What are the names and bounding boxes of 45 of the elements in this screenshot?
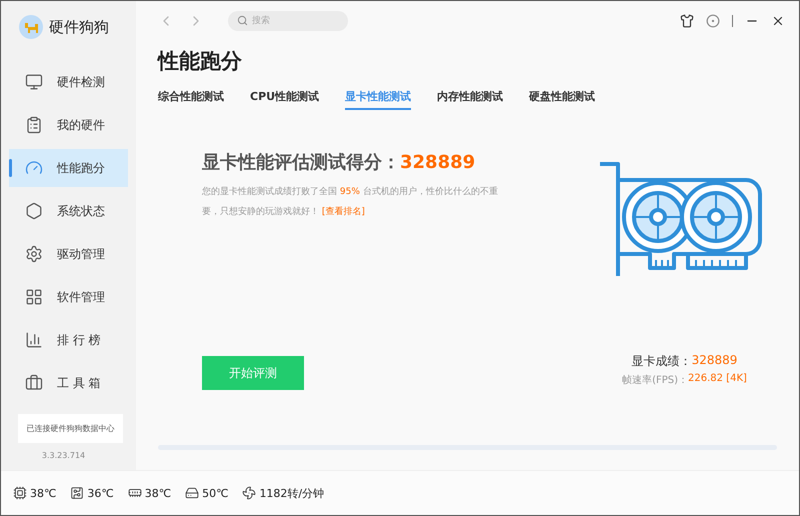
fps-label: 帧速率(FPS)：: [622, 374, 688, 387]
sensor-reading: 38℃: [30, 486, 56, 500]
result-description: 您的显卡性能测试成绩打败了全国 95% 台式机的用户，性价比什么的不重要，只想安静的玩游戏就好！ [查看排名]: [202, 186, 499, 219]
gauge-icon: [25, 159, 43, 177]
grid-icon: [25, 288, 43, 306]
sidebar-item[interactable]: 硬件检测: [9, 63, 128, 101]
sidebar-item[interactable]: 性能跑分: [9, 149, 128, 187]
page-title: 性能跑分: [158, 48, 243, 75]
score-value: 328889: [400, 152, 476, 173]
result-value: 328889: [692, 353, 738, 369]
tab[interactable]: 综合性能测试: [158, 89, 224, 110]
sidebar-item[interactable]: 驱动管理: [9, 235, 128, 273]
sidebar-item[interactable]: 软件管理: [9, 278, 128, 316]
sidebar-item[interactable]: 工 具 箱: [9, 364, 128, 402]
hexagon-icon: [25, 202, 43, 220]
sidebar-item[interactable]: 我的硬件: [9, 106, 128, 144]
score-label: 显卡性能评估测试得分：: [202, 151, 400, 174]
version-number: 3.3.23.714: [40, 450, 86, 462]
chip-icon: [13, 486, 27, 500]
sensor-reading: 1182转/分钟: [259, 486, 324, 500]
monitor-icon: [25, 73, 43, 91]
result-label: 显卡成绩：: [632, 353, 692, 370]
fan-icon: [242, 486, 256, 500]
list-icon: [25, 116, 43, 134]
fps-value: 226.82 [4K]: [688, 373, 747, 386]
toolbox-icon: [25, 374, 43, 392]
search-field[interactable]: 搜索: [228, 11, 348, 31]
sensor-reading: 50℃: [202, 486, 228, 500]
gear-icon: [25, 245, 43, 263]
graphics-card-icon: [128, 486, 142, 500]
sensor-reading: 36℃: [87, 486, 114, 500]
sidebar-item[interactable]: 系统状态: [9, 192, 128, 230]
settings-icon[interactable]: [706, 14, 720, 28]
tab[interactable]: CPU性能测试: [250, 89, 320, 110]
sensor-reading: 38℃: [144, 486, 172, 500]
bar-chart-icon: [25, 331, 43, 349]
connection-status: 已连接硬件狗狗数据中心: [18, 414, 123, 443]
search-icon: [237, 15, 248, 26]
skin-icon[interactable]: [680, 14, 694, 28]
tab[interactable]: 硬盘性能测试: [529, 89, 596, 110]
app-name: 硬件狗狗: [49, 18, 109, 36]
sidebar-item[interactable]: 排 行 榜: [9, 321, 128, 359]
circuit-board-icon: [70, 486, 84, 500]
tab[interactable]: 内存性能测试: [437, 89, 504, 110]
close-icon[interactable]: [771, 14, 785, 28]
